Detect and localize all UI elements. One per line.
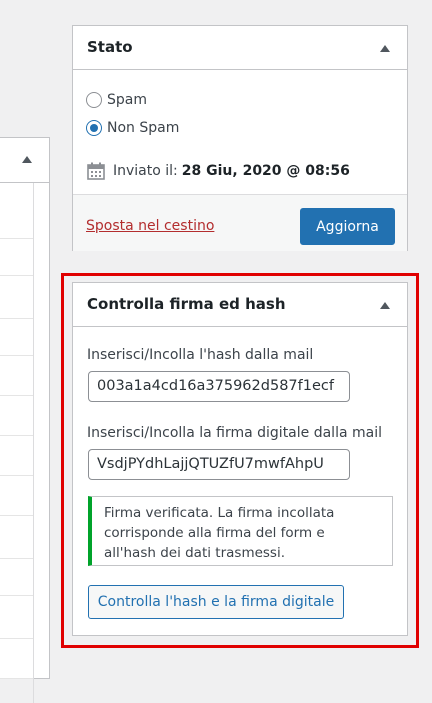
list-divider <box>0 275 33 276</box>
list-divider <box>0 515 33 516</box>
collapse-toggle-icon[interactable] <box>22 156 32 163</box>
hash-field-label: Inserisci/Incolla l'hash dalla mail <box>87 347 314 363</box>
status-panel-actions: Sposta nel cestino Aggiorna <box>73 194 407 251</box>
list-divider <box>0 595 33 596</box>
list-divider <box>0 395 33 396</box>
status-panel-header: Stato <box>73 26 407 70</box>
radio-non-spam-input[interactable] <box>86 120 102 136</box>
calendar-icon <box>87 162 105 180</box>
update-button[interactable]: Aggiorna <box>300 208 395 245</box>
left-box-header <box>0 138 49 183</box>
hash-input-value: 003a1a4cd16a375962d587f1ecf <box>97 378 334 394</box>
hash-signature-panel: Controlla firma ed hash Inserisci/Incoll… <box>72 282 408 636</box>
status-panel: Stato Spam Non Spam Inviato il: 28 Giu, … <box>72 25 408 251</box>
success-notice: Firma verificata. La firma incollata cor… <box>88 496 393 566</box>
hash-panel-header: Controlla firma ed hash <box>73 283 407 327</box>
check-hash-signature-button[interactable]: Controlla l'hash e la firma digitale <box>88 585 344 619</box>
sent-date-row: Inviato il: 28 Giu, 2020 @ 08:56 <box>87 162 350 180</box>
list-divider <box>0 678 33 679</box>
sent-label: Inviato il: <box>113 163 178 179</box>
collapse-toggle-icon[interactable] <box>380 45 390 52</box>
list-divider <box>0 238 33 239</box>
list-divider <box>0 435 33 436</box>
left-box-list <box>0 183 34 703</box>
sent-date: 28 Giu, 2020 @ 08:56 <box>181 163 350 179</box>
list-divider <box>0 558 33 559</box>
radio-spam-label: Spam <box>107 92 147 108</box>
list-divider <box>0 475 33 476</box>
left-meta-box <box>0 137 50 703</box>
signature-input-value: VsdjPYdhLajjQTUZfU7mwfAhpU <box>97 456 324 472</box>
status-panel-title: Stato <box>87 38 133 56</box>
radio-spam-input[interactable] <box>86 92 102 108</box>
move-to-trash-link[interactable]: Sposta nel cestino <box>86 218 214 234</box>
collapse-toggle-icon[interactable] <box>380 302 390 309</box>
hash-input[interactable]: 003a1a4cd16a375962d587f1ecf <box>88 371 350 402</box>
radio-non-spam-label: Non Spam <box>107 120 180 136</box>
radio-non-spam[interactable]: Non Spam <box>86 120 179 136</box>
signature-field-label: Inserisci/Incolla la firma digitale dall… <box>87 425 382 441</box>
list-divider <box>0 355 33 356</box>
radio-spam[interactable]: Spam <box>86 92 147 108</box>
list-divider <box>0 318 33 319</box>
list-divider <box>0 638 33 639</box>
signature-input[interactable]: VsdjPYdhLajjQTUZfU7mwfAhpU <box>88 449 350 480</box>
hash-panel-title: Controlla firma ed hash <box>87 295 286 313</box>
